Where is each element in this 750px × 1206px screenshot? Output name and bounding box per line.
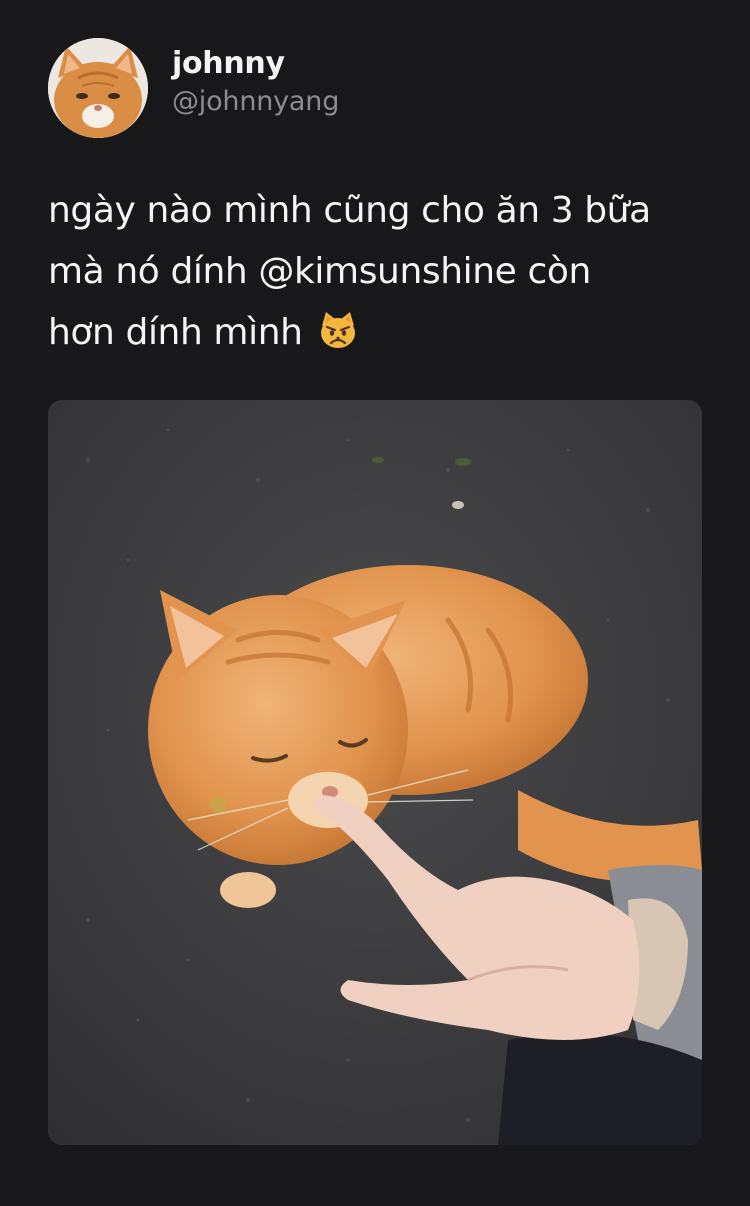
author-display-name[interactable]: johnny bbox=[172, 44, 339, 84]
author-handle[interactable]: @johnnyang bbox=[172, 84, 339, 120]
author-names: johnny @johnnyang bbox=[172, 44, 339, 120]
tweet-photo[interactable] bbox=[48, 400, 702, 1145]
tweet-card: johnny @johnnyang ngày nào mình cũng cho… bbox=[0, 0, 750, 1206]
tweet-header: johnny @johnnyang bbox=[48, 38, 339, 138]
pouting-cat-icon bbox=[320, 312, 355, 348]
avatar[interactable] bbox=[48, 38, 148, 138]
cat-photo-image bbox=[48, 400, 702, 1145]
tweet-text-line-2: mà nó dính @kimsunshine còn bbox=[48, 251, 591, 292]
tweet-text: ngày nào mình cũng cho ăn 3 bữa mà nó dí… bbox=[48, 180, 708, 363]
tweet-text-line-1: ngày nào mình cũng cho ăn 3 bữa bbox=[48, 190, 651, 231]
cat-face-avatar-icon bbox=[48, 38, 148, 138]
tweet-text-line-3-text: hơn dính mình bbox=[48, 312, 303, 353]
tweet-text-line-3: hơn dính mình bbox=[48, 302, 708, 363]
